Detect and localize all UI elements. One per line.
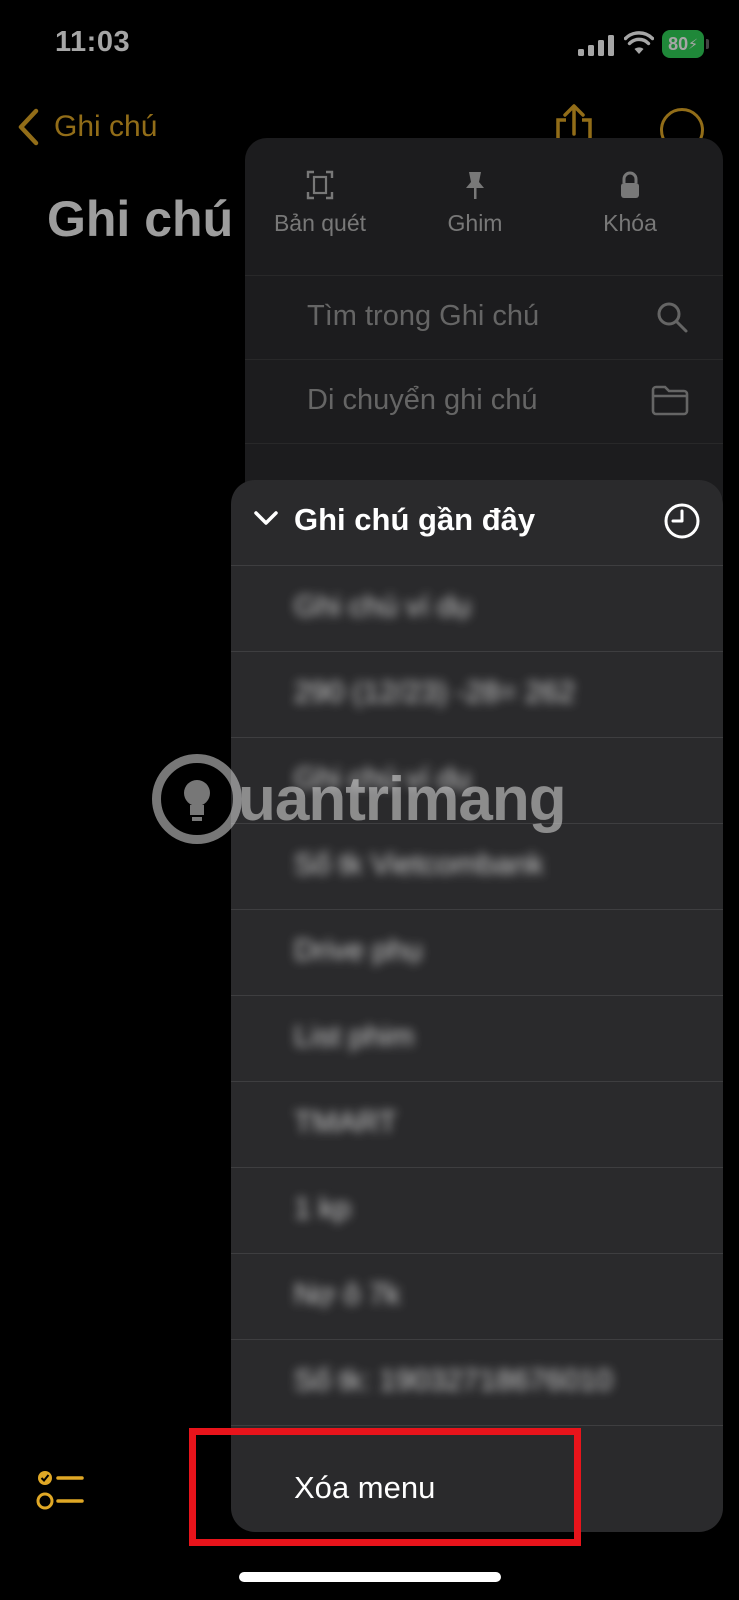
scan-label: Bản quét xyxy=(273,210,367,236)
find-in-note-label: Tìm trong Ghi chú xyxy=(307,300,540,332)
wifi-icon xyxy=(624,31,654,54)
recent-note-label: Nợ ô 7k xyxy=(294,1278,401,1311)
recent-notes-title: Ghi chú gần đây xyxy=(294,502,536,537)
recent-note-item[interactable]: Nợ ô 7k xyxy=(231,1253,723,1340)
watermark: uantrimang xyxy=(152,754,567,844)
recent-note-label: Số tk: 19032718676010 xyxy=(294,1364,613,1397)
chevron-left-icon xyxy=(18,108,39,146)
back-button[interactable]: Ghi chú xyxy=(16,108,157,146)
lock-action[interactable]: Khóa xyxy=(555,170,705,237)
pin-label: Ghim xyxy=(447,210,503,236)
recent-note-label: 1 kp xyxy=(294,1192,351,1225)
folder-icon xyxy=(651,385,689,416)
recent-note-item[interactable]: List phim xyxy=(231,995,723,1082)
recent-note-item[interactable]: Drive phụ xyxy=(231,909,723,996)
note-actions-menu: Bản quét Ghim Khóa Tìm trong Ghi chú Di … xyxy=(245,138,723,518)
recent-note-item[interactable]: 290 (12/23) -28= 262 xyxy=(231,651,723,738)
clock-icon xyxy=(664,503,700,539)
recent-note-label: List phim xyxy=(294,1020,415,1053)
status-time: 11:03 xyxy=(55,26,131,58)
recent-note-label: Số tk Vietcombank xyxy=(294,848,544,881)
recent-note-label: Drive phụ xyxy=(294,934,423,967)
lock-icon xyxy=(621,171,639,198)
recent-note-label: TMART xyxy=(294,1106,397,1139)
move-note-item[interactable]: Di chuyển ghi chú xyxy=(245,359,723,444)
pin-action[interactable]: Ghim xyxy=(400,170,550,237)
home-indicator[interactable] xyxy=(239,1572,501,1582)
lightbulb-icon xyxy=(152,754,242,844)
battery-icon: 80 ⚡ xyxy=(662,30,704,58)
page-title: Ghi chú xyxy=(47,191,234,247)
battery-tip xyxy=(706,39,709,49)
lock-label: Khóa xyxy=(603,210,657,236)
search-icon xyxy=(657,302,688,333)
recent-note-item[interactable]: Ghi chú ví dụ xyxy=(231,565,723,652)
chevron-down-icon xyxy=(254,511,278,525)
recent-notes-header[interactable]: Ghi chú gần đây xyxy=(231,480,723,566)
battery-level: 80 xyxy=(668,33,689,54)
highlight-box xyxy=(189,1428,581,1546)
recent-note-item[interactable]: 1 kp xyxy=(231,1167,723,1254)
recent-notes-menu: Ghi chú gần đây Ghi chú ví dụ 290 (12/23… xyxy=(231,480,723,1532)
recent-note-item[interactable]: TMART xyxy=(231,1081,723,1168)
cellular-signal-icon xyxy=(578,34,614,56)
scan-action[interactable]: Bản quét xyxy=(245,170,395,237)
scan-icon xyxy=(306,170,334,200)
recent-note-item[interactable]: Số tk: 19032718676010 xyxy=(231,1339,723,1426)
find-in-note-item[interactable]: Tìm trong Ghi chú xyxy=(245,275,723,360)
checklist-icon[interactable] xyxy=(36,1468,86,1512)
recent-note-label: Ghi chú ví dụ xyxy=(294,590,471,623)
watermark-text: uantrimang xyxy=(238,764,567,834)
back-label: Ghi chú xyxy=(54,110,158,143)
move-note-label: Di chuyển ghi chú xyxy=(307,384,538,416)
recent-note-label: 290 (12/23) -28= 262 xyxy=(294,676,576,709)
menu-top-actions: Bản quét Ghim Khóa xyxy=(245,138,723,268)
pin-icon xyxy=(466,172,484,199)
